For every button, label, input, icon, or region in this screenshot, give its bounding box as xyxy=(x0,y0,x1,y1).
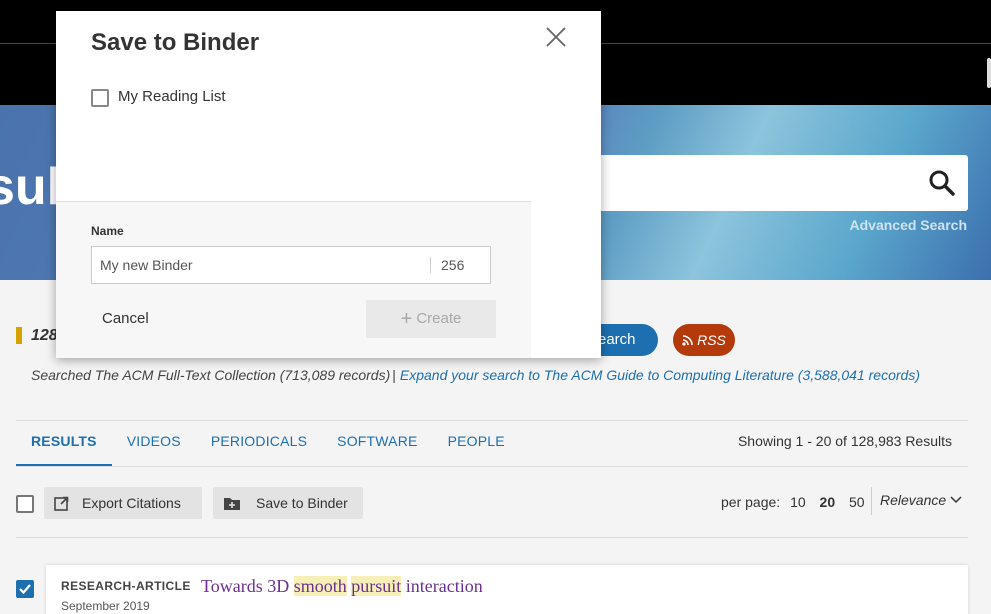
searched-text: Searched The ACM Full-Text Collection (7… xyxy=(31,367,391,383)
advanced-search-link[interactable]: Advanced Search xyxy=(850,217,968,233)
per-page-selector: per page: 10 20 50 xyxy=(721,494,865,510)
export-citations-button[interactable]: Export Citations xyxy=(44,487,202,519)
rss-icon xyxy=(682,335,693,346)
reading-list-checkbox[interactable] xyxy=(91,89,109,107)
results-tabs: RESULTS VIDEOS PERIODICALS SOFTWARE PEOP… xyxy=(16,421,520,467)
save-to-binder-label: Save to Binder xyxy=(256,495,348,511)
plus-icon: + xyxy=(400,308,413,330)
results-count: 128 xyxy=(31,327,58,344)
export-icon xyxy=(54,496,69,511)
reading-list-label[interactable]: My Reading List xyxy=(118,88,226,105)
sort-divider xyxy=(871,487,872,515)
folder-add-icon xyxy=(224,498,240,510)
scrollbar-thumb[interactable] xyxy=(987,58,991,88)
result-date: September 2019 xyxy=(61,599,150,613)
export-citations-label: Export Citations xyxy=(82,495,181,511)
create-button[interactable]: + Create xyxy=(366,300,496,338)
name-label: Name xyxy=(91,224,124,238)
select-all-checkbox[interactable] xyxy=(16,495,34,513)
rss-button[interactable]: RSS xyxy=(673,324,735,356)
tab-results[interactable]: RESULTS xyxy=(16,421,112,467)
counter-divider xyxy=(430,257,431,273)
per-page-50[interactable]: 50 xyxy=(849,494,865,510)
per-page-10[interactable]: 10 xyxy=(790,494,806,510)
result-card: RESEARCH-ARTICLE September 2019 Towards … xyxy=(46,565,968,614)
close-icon[interactable] xyxy=(544,25,568,49)
search-icon[interactable] xyxy=(926,167,958,199)
rss-label: RSS xyxy=(697,332,726,348)
cancel-button[interactable]: Cancel xyxy=(102,310,149,327)
tabs-bottom-divider xyxy=(16,466,968,467)
per-page-label: per page: xyxy=(721,494,781,510)
tab-software[interactable]: SOFTWARE xyxy=(322,421,432,467)
results-toolbar: Export Citations Save to Binder per page… xyxy=(0,487,991,519)
separator: | xyxy=(392,367,396,383)
binder-name-input[interactable]: My new Binder 256 xyxy=(91,246,491,284)
hero-title: sul xyxy=(0,158,62,216)
save-to-binder-dialog: Save to Binder My Reading List Name My n… xyxy=(56,11,601,358)
sort-label: Relevance xyxy=(880,492,947,508)
searched-info: Searched The ACM Full-Text Collection (7… xyxy=(31,367,920,383)
expand-search-link[interactable]: Expand your search to The ACM Guide to C… xyxy=(400,367,920,383)
result-checkbox[interactable] xyxy=(16,580,34,598)
title-highlight: pursuit xyxy=(351,576,402,596)
save-search-label: earch xyxy=(598,331,636,348)
sort-dropdown[interactable]: Relevance xyxy=(880,492,962,508)
search-box[interactable] xyxy=(560,155,968,211)
tab-people[interactable]: PEOPLE xyxy=(433,421,520,467)
per-page-20[interactable]: 20 xyxy=(820,494,836,510)
save-to-binder-button[interactable]: Save to Binder xyxy=(213,487,363,519)
char-counter: 256 xyxy=(441,257,465,273)
create-label: Create xyxy=(416,310,462,327)
tab-periodicals[interactable]: PERIODICALS xyxy=(196,421,322,467)
tab-videos[interactable]: VIDEOS xyxy=(112,421,196,467)
title-highlight: smooth xyxy=(293,576,347,596)
title-part: interaction xyxy=(401,576,483,596)
result-type: RESEARCH-ARTICLE xyxy=(61,579,191,593)
result-title-link[interactable]: Towards 3D smooth pursuit interaction xyxy=(201,576,483,597)
chevron-down-icon xyxy=(950,496,962,504)
count-marker xyxy=(16,327,22,344)
check-icon xyxy=(19,584,31,595)
toolbar-divider xyxy=(16,537,968,538)
new-binder-section: Name My new Binder 256 Cancel + Create xyxy=(56,201,531,358)
showing-count: Showing 1 - 20 of 128,983 Results xyxy=(737,433,952,449)
title-part: Towards 3D xyxy=(201,576,294,596)
dialog-title: Save to Binder xyxy=(91,29,260,56)
binder-name-value: My new Binder xyxy=(100,257,193,273)
